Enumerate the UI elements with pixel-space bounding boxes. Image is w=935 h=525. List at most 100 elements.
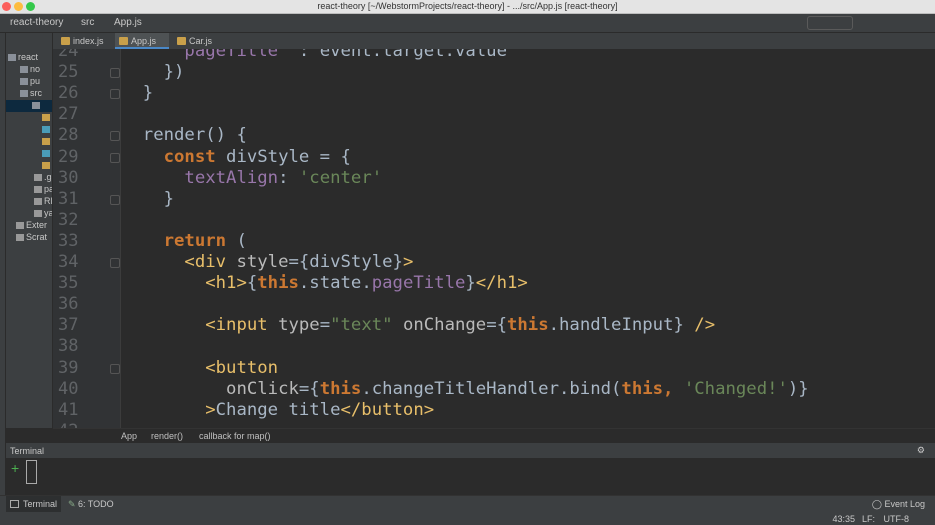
fold-marker-icon[interactable] (110, 68, 120, 79)
nav-crumb-file[interactable]: App.js (114, 17, 142, 28)
code-token: <h1> (122, 273, 247, 294)
code-token: style (236, 252, 289, 272)
line-number: 34 (58, 252, 79, 272)
code-token: onChange (392, 315, 487, 336)
line-number: 30 (58, 167, 79, 188)
js-file-icon (61, 37, 70, 45)
fold-marker-icon[interactable] (110, 89, 120, 100)
code-token: : (278, 167, 299, 188)
code-line: } (122, 189, 174, 209)
fold-marker-icon[interactable] (110, 258, 120, 268)
file-icon (42, 126, 50, 133)
nav-crumb-src[interactable]: src (81, 17, 94, 28)
crumb-callback[interactable]: callback for map() (199, 431, 271, 441)
project-tree-item[interactable]: .gi (6, 172, 52, 184)
terminal-panel[interactable]: + (6, 458, 935, 495)
crumb-render[interactable]: render() (151, 431, 183, 441)
code-token: } (122, 188, 175, 209)
project-tree-item[interactable]: pu (6, 76, 52, 88)
todo-icon: ✎ (68, 499, 76, 509)
fold-marker-icon[interactable] (110, 152, 120, 163)
file-icon (42, 114, 50, 121)
terminal-title: Terminal (10, 446, 45, 456)
code-token: } (122, 83, 154, 104)
crumb-app[interactable]: App (121, 431, 137, 441)
fold-marker-icon[interactable] (110, 194, 120, 205)
code-token: 'center' (298, 167, 383, 188)
line-separator[interactable]: LF: (862, 514, 875, 524)
code-line: pageTitle : event.target.value (122, 49, 507, 61)
event-log-button[interactable]: ◯ Event Log (872, 499, 925, 510)
event-log-icon: ◯ (871, 499, 885, 509)
project-tree-item[interactable]: src (6, 88, 52, 100)
terminal-header: Terminal ⚙ (6, 442, 935, 458)
code-token: ={divStyle} (288, 252, 403, 272)
status-bar: 43:35 LF: UTF-8 (0, 512, 935, 525)
code-token: pageTitle (371, 273, 466, 294)
project-panel: reactnopusrc .gipaREyaExterScrat (6, 33, 53, 428)
tab-app-js[interactable]: App.js (115, 33, 169, 49)
code-token: > (122, 399, 216, 420)
line-number: 27 (58, 104, 79, 125)
terminal-session-tab[interactable] (26, 460, 37, 484)
code-token: onClick (122, 378, 299, 399)
project-tree-item[interactable] (6, 148, 52, 160)
project-tree-item[interactable] (6, 160, 52, 172)
project-tree-item[interactable] (6, 100, 52, 112)
project-tree-item[interactable]: Exter (6, 220, 52, 232)
file-icon (16, 234, 24, 241)
line-number: 36 (58, 294, 79, 315)
code-line: <button (122, 358, 278, 378)
project-tree-item[interactable]: pa (6, 184, 52, 196)
project-tree-item[interactable] (6, 112, 52, 124)
fold-marker-icon[interactable] (110, 131, 120, 142)
code-token: .changeTitleHandler.bind( (361, 378, 622, 399)
terminal-tool-button[interactable]: Terminal (6, 496, 62, 512)
gear-icon[interactable]: ⚙ (917, 445, 925, 456)
code-token: </h1> (475, 273, 528, 294)
line-number: 28 (58, 125, 79, 146)
fold-marker-icon[interactable] (110, 363, 120, 374)
code-token: ={ (486, 315, 507, 336)
code-token: this (257, 273, 299, 294)
run-config-dropdown[interactable] (807, 16, 853, 30)
title-bar: react-theory [~/WebstormProjects/react-t… (0, 0, 935, 14)
folder-icon (20, 78, 28, 85)
project-tree-item[interactable] (6, 124, 52, 136)
project-tree-item[interactable]: ya (6, 208, 52, 220)
file-icon (42, 138, 50, 145)
line-number: 32 (58, 209, 79, 230)
todo-tool-button[interactable]: ✎ 6: TODO (68, 499, 114, 509)
code-line: onClick={this.changeTitleHandler.bind(th… (122, 379, 809, 399)
code-line: } (122, 83, 153, 103)
tab-index-js[interactable]: index.js (57, 33, 113, 49)
file-icon (34, 174, 42, 181)
new-terminal-plus-icon[interactable]: + (11, 460, 19, 476)
line-number: 37 (58, 315, 79, 336)
line-number: 42 (58, 421, 78, 428)
project-tree-item[interactable]: Scrat (6, 232, 52, 244)
cursor-position[interactable]: 43:35 (832, 514, 855, 524)
project-tree-item[interactable]: RE (6, 196, 52, 208)
line-number-gutter: 24252627282930313233343536373839404142 (53, 49, 121, 428)
code-token: this (507, 315, 549, 336)
folder-icon (20, 66, 28, 73)
line-number: 35 (58, 273, 79, 294)
project-tree-item[interactable] (6, 136, 52, 148)
file-encoding[interactable]: UTF-8 (884, 514, 910, 524)
code-line: <div style={divStyle}> (122, 252, 413, 272)
project-tree-item[interactable]: no (6, 64, 52, 76)
code-line: }) (122, 62, 185, 82)
line-number: 40 (58, 378, 79, 399)
tab-car-js[interactable]: Car.js (173, 33, 227, 49)
code-editor[interactable]: pageTitle : event.target.value }) } rend… (122, 49, 935, 428)
code-token: > (402, 252, 414, 272)
code-line: >Change title</button> (122, 400, 434, 420)
code-token: "text" (330, 315, 393, 336)
folder-icon (20, 90, 28, 97)
file-icon (34, 186, 42, 193)
file-icon (34, 198, 42, 205)
code-token: <div (122, 252, 237, 272)
nav-crumb-project[interactable]: react-theory (10, 17, 63, 28)
project-tree-item[interactable]: react (6, 52, 52, 64)
